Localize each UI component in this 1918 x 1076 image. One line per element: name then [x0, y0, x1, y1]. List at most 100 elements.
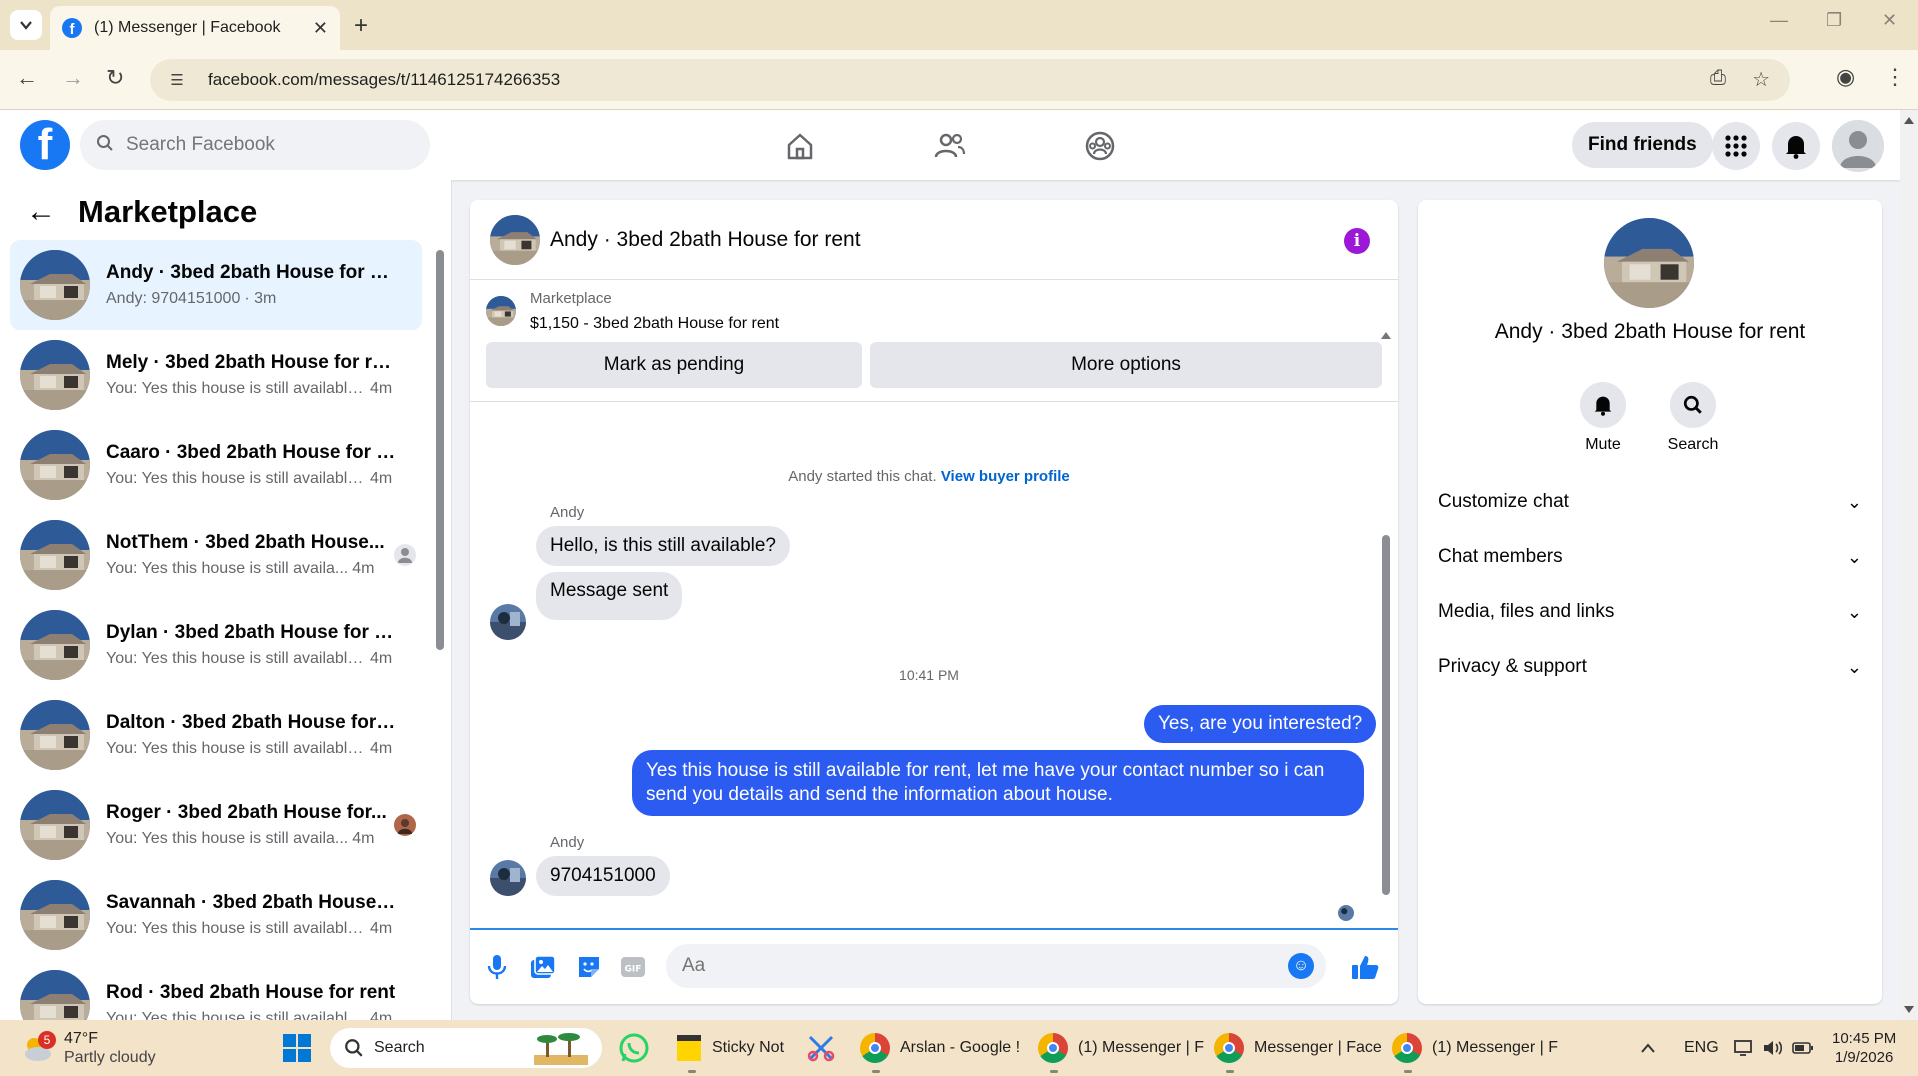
conversation-item[interactable]: Caaro · 3bed 2bath House for rent You: Y…	[10, 420, 422, 510]
view-buyer-profile-link[interactable]: View buyer profile	[941, 468, 1070, 485]
chrome-window[interactable]: (1) Messenger | F	[1392, 1020, 1558, 1076]
outgoing-message[interactable]: Yes, are you interested?	[1144, 705, 1377, 743]
chat-members-section[interactable]: Chat members ⌄	[1438, 535, 1862, 579]
forward-icon[interactable]: →	[62, 65, 84, 91]
scroll-down-icon[interactable]	[1900, 1004, 1918, 1016]
site-info-icon[interactable]: ☰	[166, 69, 188, 91]
new-tab-button[interactable]: +	[354, 12, 368, 40]
mute-bell-icon[interactable]	[1580, 382, 1626, 428]
chat-avatar[interactable]	[490, 215, 540, 265]
conversation-item[interactable]: Rod · 3bed 2bath House for rent You: Yes…	[10, 960, 422, 1020]
read-receipt-avatar	[1338, 905, 1354, 921]
back-arrow-icon[interactable]: ←	[26, 195, 56, 229]
conversation-preview: You: Yes this house is still available .…	[106, 1010, 366, 1020]
facebook-logo-icon[interactable]: f	[20, 120, 70, 170]
taskbar-search[interactable]: Search	[330, 1028, 602, 1068]
tab-list-dropdown[interactable]	[10, 10, 42, 40]
volume-icon[interactable]	[1762, 1020, 1784, 1076]
message-input[interactable]	[682, 955, 1242, 977]
like-thumb-icon[interactable]	[1350, 952, 1380, 982]
omnibox[interactable]: ☰ facebook.com/messages/t/11461251742663…	[150, 59, 1790, 101]
conversation-item[interactable]: Andy · 3bed 2bath House for rent Andy: 9…	[10, 240, 422, 330]
conversation-preview: You: Yes this house is still available .…	[106, 920, 366, 937]
minimize-icon[interactable]: —	[1770, 10, 1788, 31]
more-options-button[interactable]: More options	[870, 342, 1382, 388]
scroll-up-icon[interactable]	[1900, 114, 1918, 126]
install-app-icon[interactable]: ⎙	[1710, 67, 1726, 90]
language-indicator[interactable]: ENG	[1684, 1020, 1719, 1076]
browser-menu-icon[interactable]: ⋮	[1884, 64, 1906, 90]
network-icon[interactable]	[1734, 1020, 1754, 1076]
emoji-icon[interactable]: ☺	[1288, 953, 1314, 979]
chrome-window[interactable]: Arslan - Google !	[860, 1020, 1020, 1076]
chevron-down-icon: ⌄	[1846, 656, 1862, 677]
microphone-icon[interactable]	[482, 952, 512, 982]
privacy-support-section[interactable]: Privacy & support ⌄	[1438, 645, 1862, 689]
incoming-message[interactable]: 9704151000	[536, 856, 670, 896]
battery-icon[interactable]	[1792, 1020, 1814, 1076]
conversation-time: · 3m	[244, 290, 277, 307]
scroll-up-icon[interactable]	[1380, 330, 1392, 340]
close-window-icon[interactable]: ✕	[1882, 10, 1897, 31]
browser-tab[interactable]: f (1) Messenger | Facebook ✕	[50, 6, 340, 50]
incoming-message[interactable]: Hello, is this still available?	[536, 526, 790, 566]
outgoing-message[interactable]: Yes this house is still available for re…	[632, 750, 1364, 816]
clock[interactable]: 10:45 PM 1/9/2026	[1832, 1020, 1896, 1076]
scrollbar-thumb[interactable]	[1382, 535, 1390, 895]
start-button[interactable]	[282, 1020, 312, 1076]
bookmark-star-icon[interactable]: ☆	[1752, 67, 1770, 92]
chat-scrollbar[interactable]	[1380, 330, 1392, 895]
facebook-search[interactable]	[80, 120, 430, 170]
sticker-icon[interactable]	[574, 952, 604, 982]
conversation-item[interactable]: Dalton · 3bed 2bath House for r... You: …	[10, 690, 422, 780]
back-icon[interactable]: ←	[16, 65, 38, 91]
incoming-message[interactable]: Message sent	[536, 572, 683, 620]
chat-profile-picture[interactable]	[1604, 218, 1694, 308]
close-tab-icon[interactable]: ✕	[313, 18, 328, 39]
customize-chat-section[interactable]: Customize chat ⌄	[1438, 480, 1862, 524]
find-friends-button[interactable]: Find friends	[1572, 122, 1713, 168]
listing-price[interactable]: $1,150 - 3bed 2bath House for rent	[530, 315, 779, 333]
search-action[interactable]: Search	[1648, 382, 1738, 454]
account-avatar[interactable]	[1832, 120, 1884, 172]
conversation-item[interactable]: Savannah · 3bed 2bath House fo... You: Y…	[10, 870, 422, 960]
page-scrollbar[interactable]	[1900, 110, 1918, 1020]
facebook-search-input[interactable]	[126, 134, 406, 156]
chrome-window[interactable]: (1) Messenger | F	[1038, 1020, 1204, 1076]
chat-title[interactable]: Andy · 3bed 2bath House for rent	[550, 228, 861, 252]
info-icon[interactable]: i	[1344, 228, 1370, 254]
chrome-window[interactable]: Messenger | Face	[1214, 1020, 1382, 1076]
weather-widget[interactable]: 5 47°F Partly cloudy	[20, 1020, 156, 1076]
menu-grid-icon[interactable]	[1712, 122, 1760, 170]
home-icon[interactable]	[778, 124, 822, 168]
reload-icon[interactable]: ↻	[106, 65, 124, 91]
conversation-item[interactable]: NotThem · 3bed 2bath House... You: Yes t…	[10, 510, 422, 600]
whatsapp-app[interactable]	[618, 1020, 650, 1076]
sender-avatar[interactable]	[490, 604, 526, 640]
conversation-item[interactable]: Dylan · 3bed 2bath House for rent You: Y…	[10, 600, 422, 690]
mark-as-pending-button[interactable]: Mark as pending	[486, 342, 862, 388]
mute-action[interactable]: Mute	[1558, 382, 1648, 454]
search-icon[interactable]	[1670, 382, 1716, 428]
photo-icon[interactable]	[528, 952, 558, 982]
media-files-links-section[interactable]: Media, files and links ⌄	[1438, 590, 1862, 634]
weather-badge: 5	[38, 1031, 56, 1049]
conversation-item[interactable]: Roger · 3bed 2bath House for... You: Yes…	[10, 780, 422, 870]
sticky-notes-app[interactable]: Sticky Not	[676, 1020, 784, 1076]
notifications-bell-icon[interactable]	[1772, 122, 1820, 170]
groups-icon[interactable]	[1078, 124, 1122, 168]
scrollbar-thumb[interactable]	[436, 250, 444, 650]
seen-avatar	[394, 814, 416, 836]
conversation-item[interactable]: Mely · 3bed 2bath House for rent You: Ye…	[10, 330, 422, 420]
chrome-icon	[1392, 1033, 1422, 1063]
gif-icon[interactable]: GIF	[618, 952, 648, 982]
profile-icon[interactable]: ◉	[1836, 64, 1855, 90]
message-input-wrapper[interactable]: ☺	[666, 944, 1326, 988]
friends-icon[interactable]	[928, 124, 972, 168]
conversation-list-scrollbar[interactable]	[434, 240, 446, 1010]
sender-avatar[interactable]	[490, 860, 526, 896]
restore-icon[interactable]: ❐	[1826, 10, 1842, 31]
snipping-tool-app[interactable]	[806, 1020, 836, 1076]
show-hidden-icons[interactable]	[1640, 1020, 1656, 1076]
url-text[interactable]: facebook.com/messages/t/1146125174266353	[208, 70, 560, 90]
